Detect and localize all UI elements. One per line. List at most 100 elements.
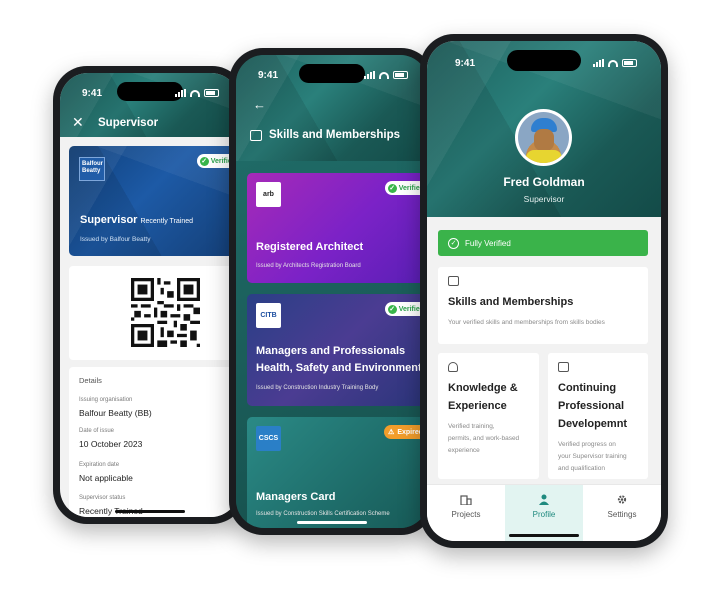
card-description-line3: experience xyxy=(448,447,480,454)
skill-name: Managers Card xyxy=(256,491,336,503)
id-card-icon xyxy=(250,130,262,141)
detail-row: Expiration date Not applicable xyxy=(79,462,133,483)
status-bar: 9:41 xyxy=(82,86,219,100)
building-icon xyxy=(460,495,472,505)
skill-card-architect[interactable]: arb ✓ Verified Registered Architect Issue… xyxy=(247,173,425,283)
tab-projects[interactable]: Projects xyxy=(427,485,505,541)
card-description: Your verified skills and memberships fro… xyxy=(448,319,605,326)
detail-label: Date of issue xyxy=(79,428,115,434)
phone-screen: 9:41 ← Skills and Memberships arb ✓ Verif… xyxy=(236,55,428,528)
signal-icon xyxy=(593,59,604,67)
tab-label: Settings xyxy=(607,510,637,519)
knowledge-experience-card[interactable]: Knowledge & Experience Verified training… xyxy=(438,353,539,479)
header-title: Skills and Memberships xyxy=(269,129,401,141)
card-description-line2: your Supervisor training xyxy=(558,453,627,460)
back-arrow-icon[interactable]: ← xyxy=(253,97,266,112)
citb-logo: CITB xyxy=(256,303,281,328)
detail-label: Supervisor status xyxy=(79,495,126,501)
skill-name: Registered Architect xyxy=(256,241,364,253)
card-title-line2: Experience xyxy=(448,400,507,412)
tab-profile[interactable]: Profile xyxy=(505,485,583,541)
card-description-line3: and qualification xyxy=(558,465,605,472)
skills-list: arb ✓ Verified Registered Architect Issue… xyxy=(236,161,428,528)
check-icon: ✓ xyxy=(199,156,209,166)
id-card-icon xyxy=(448,276,459,286)
profile-name: Fred Goldman xyxy=(503,175,585,189)
skill-name: Managers and Professionals xyxy=(256,345,406,357)
header-title: Supervisor xyxy=(98,117,159,129)
details-panel: Details Issuing organisation Balfour Bea… xyxy=(69,367,237,517)
status-indicators xyxy=(364,71,408,79)
phones-showcase: 9:41 ✕ Supervisor Balfour Beatty ✓ Verifi… xyxy=(0,0,715,599)
status-time: 9:41 xyxy=(82,87,103,99)
person-icon xyxy=(539,494,549,505)
details-heading: Details xyxy=(79,376,102,385)
cscs-logo: CSCS xyxy=(256,426,281,451)
skills-memberships-card[interactable]: Skills and Memberships Your verified ski… xyxy=(438,267,648,344)
wifi-icon xyxy=(379,71,389,79)
wifi-icon xyxy=(190,89,200,97)
detail-row: Issuing organisation Balfour Beatty (BB) xyxy=(79,397,152,418)
cpd-card[interactable]: Continuing Professional Developemnt Veri… xyxy=(548,353,648,479)
arb-logo: arb xyxy=(256,182,281,207)
qr-code-icon xyxy=(131,278,200,347)
certificate-icon xyxy=(558,362,569,372)
verified-badge: ✓ Verified xyxy=(384,302,425,316)
status-time: 9:41 xyxy=(258,69,279,81)
card-title-line2: Professional xyxy=(558,400,625,412)
detail-value: Balfour Beatty (BB) xyxy=(79,408,152,418)
status-bar: 9:41 xyxy=(455,56,637,70)
skill-card-cscs[interactable]: CSCS ⚠ Expired Managers Card Issued by Co… xyxy=(247,417,425,528)
card-issuer: Issued by Balfour Beatty xyxy=(80,236,151,243)
card-title: Skills and Memberships xyxy=(448,296,574,308)
supervisor-card[interactable]: Balfour Beatty ✓ Verified Supervisor Recen… xyxy=(69,146,237,256)
home-indicator xyxy=(297,521,367,524)
phone-profile: 9:41 Fred Goldman Supervisor ✓ Fully Ver… xyxy=(420,34,668,548)
qr-panel xyxy=(69,266,237,360)
close-icon[interactable]: ✕ xyxy=(72,114,84,131)
wifi-icon xyxy=(608,59,618,67)
card-description: Verified training, xyxy=(448,423,495,430)
home-indicator xyxy=(114,510,185,513)
tab-label: Profile xyxy=(532,510,556,519)
signal-icon xyxy=(364,71,375,79)
fully-verified-banner: ✓ Fully Verified xyxy=(438,230,648,256)
phone-skills-list: 9:41 ← Skills and Memberships arb ✓ Verif… xyxy=(229,48,435,535)
skill-card-citb[interactable]: CITB ✓ Verified Managers and Professional… xyxy=(247,294,425,406)
card-title: Knowledge & xyxy=(448,382,518,394)
card-title: Continuing xyxy=(558,382,617,394)
check-circle-icon: ✓ xyxy=(448,237,459,249)
gear-icon xyxy=(617,495,627,504)
card-subtitle: Recently Trained xyxy=(140,218,193,225)
profile-role: Supervisor xyxy=(523,194,565,204)
skill-issuer: Issued by Construction Industry Training… xyxy=(256,385,379,391)
status-indicators xyxy=(593,59,637,67)
tab-settings[interactable]: Settings xyxy=(583,485,661,541)
status-bar: 9:41 xyxy=(258,68,408,82)
check-icon: ✓ xyxy=(387,304,397,314)
battery-icon xyxy=(393,71,408,79)
phone-screen: 9:41 Fred Goldman Supervisor ✓ Fully Ver… xyxy=(427,41,661,541)
bottom-nav: Projects Profile Settings xyxy=(427,484,661,541)
home-indicator xyxy=(509,534,579,537)
card-title: Supervisor Recently Trained xyxy=(80,214,193,226)
person-icon xyxy=(448,362,458,372)
detail-label: Expiration date xyxy=(79,462,120,468)
signal-icon xyxy=(175,89,186,97)
phone-screen: 9:41 ✕ Supervisor Balfour Beatty ✓ Verifi… xyxy=(60,73,239,517)
card-title-line3: Developemnt xyxy=(558,418,628,430)
check-icon: ✓ xyxy=(387,183,397,193)
tab-label: Projects xyxy=(451,510,481,519)
status-indicators xyxy=(175,89,219,97)
detail-label: Issuing organisation xyxy=(79,397,133,403)
detail-value: 10 October 2023 xyxy=(79,439,143,449)
card-description-line2: permits, and work-based xyxy=(448,435,520,442)
expired-badge: ⚠ Expired xyxy=(384,425,425,439)
skill-issuer: Issued by Construction Skills Certificat… xyxy=(256,511,390,517)
detail-value: Not applicable xyxy=(79,473,133,483)
warning-icon: ⚠ xyxy=(388,429,395,436)
phone-supervisor-detail: 9:41 ✕ Supervisor Balfour Beatty ✓ Verifi… xyxy=(53,66,246,524)
detail-row: Date of issue 10 October 2023 xyxy=(79,428,142,449)
skill-name-line2: Health, Safety and Environment t xyxy=(256,362,425,374)
battery-icon xyxy=(622,59,637,67)
